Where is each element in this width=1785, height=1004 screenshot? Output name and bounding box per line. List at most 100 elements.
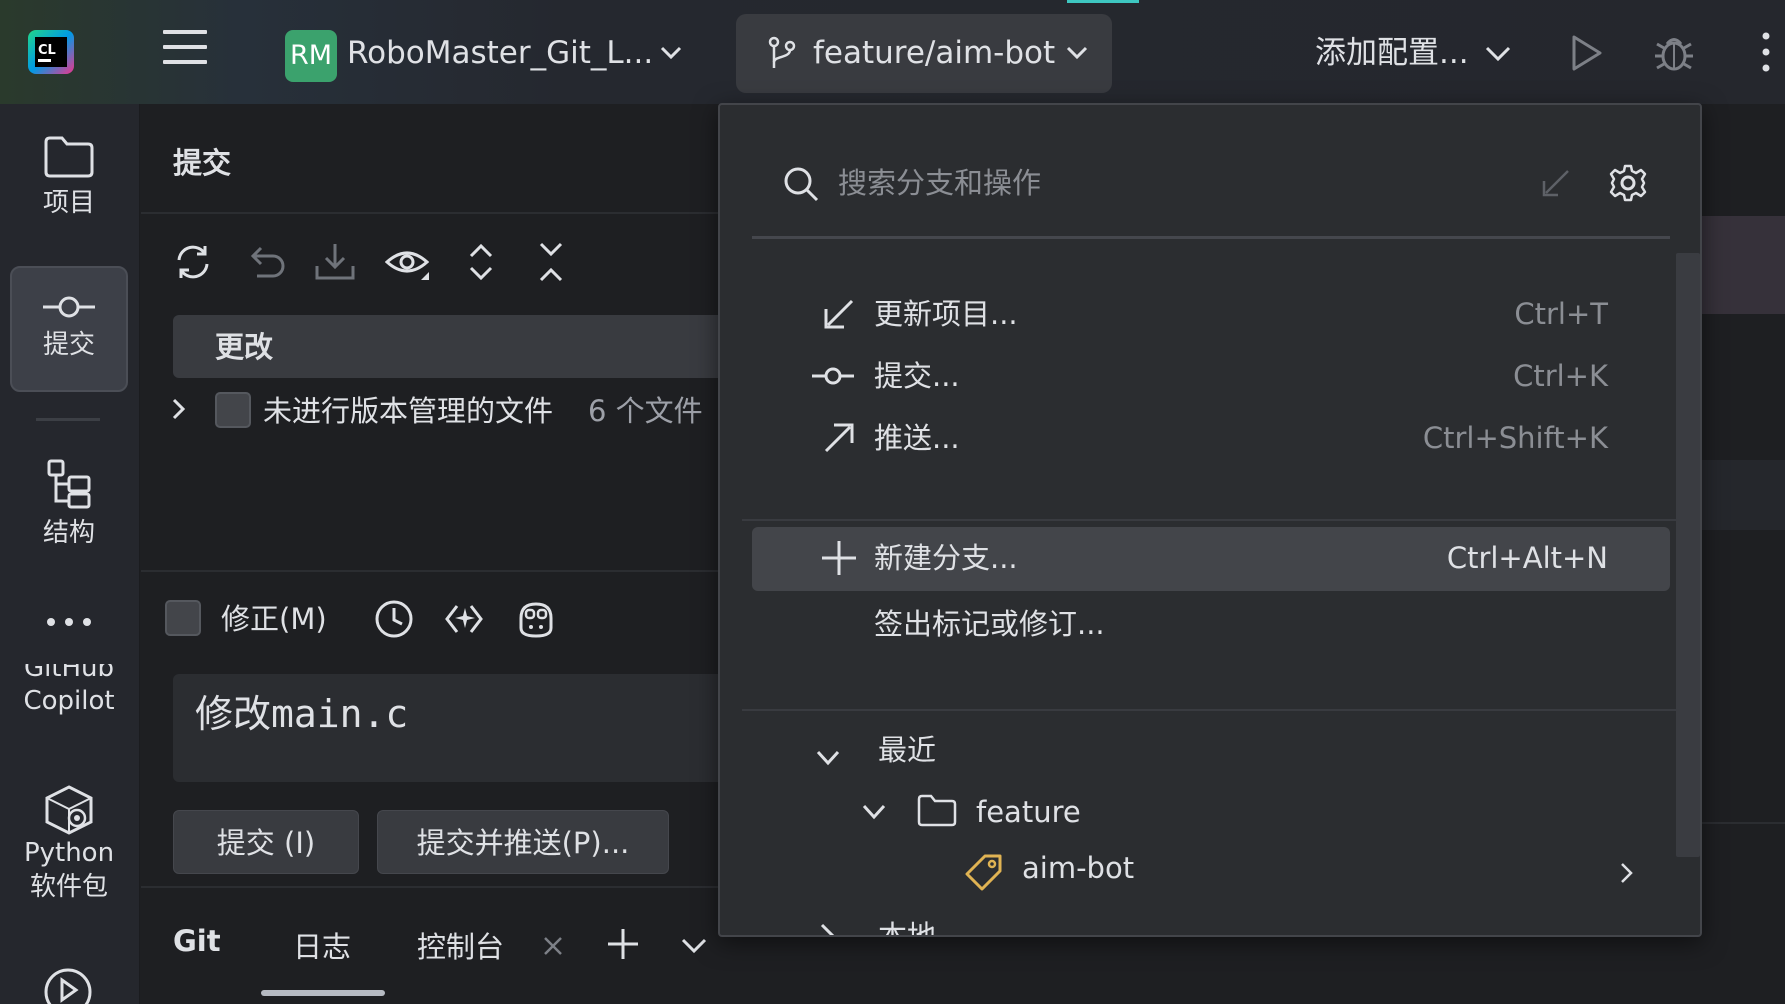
popup-scrollbar[interactable] <box>1676 253 1700 857</box>
run-icon[interactable] <box>1566 33 1606 73</box>
active-tab-indicator <box>261 990 385 996</box>
search-icon <box>784 167 819 202</box>
tool-project[interactable]: 项目 <box>10 134 128 220</box>
strip-divider <box>36 418 100 421</box>
commit-panel: 提交 更改 未进行版本管理的文件 6 个文件 修正(M) 修改main.c 提交… <box>141 104 719 1004</box>
project-badge[interactable]: RM <box>285 30 337 82</box>
action-shortcut: Ctrl+Alt+N <box>1446 541 1608 575</box>
update-download-icon[interactable] <box>313 240 357 284</box>
action-label: 更新项目... <box>874 297 1018 331</box>
chevron-right-icon <box>820 923 835 935</box>
update-icon <box>824 299 854 329</box>
branch-folder-label[interactable]: feature <box>976 791 1081 833</box>
more-horizontal-icon <box>47 618 91 626</box>
chevron-down-icon[interactable] <box>814 747 842 769</box>
close-icon[interactable] <box>541 934 565 958</box>
local-group-row[interactable]: 本地 <box>720 905 1700 935</box>
action-new-branch[interactable]: 新建分支... Ctrl+Alt+N <box>752 527 1670 591</box>
add-tab-icon[interactable] <box>605 926 641 962</box>
copilot-icon[interactable] <box>515 598 557 640</box>
popup-divider <box>742 709 1676 711</box>
tool-python-packages[interactable]: Python 软件包 <box>10 784 128 904</box>
chevron-down-icon[interactable] <box>860 801 888 823</box>
run-config-selector[interactable]: 添加配置... <box>1315 32 1469 74</box>
branch-item[interactable]: aim-bot <box>1022 847 1134 889</box>
action-label: 签出标记或修订... <box>874 607 1105 641</box>
view-options-eye-icon[interactable] <box>385 240 429 284</box>
expand-all-icon[interactable] <box>459 240 503 284</box>
config-chevron-down-icon[interactable] <box>1482 40 1514 66</box>
tag-icon <box>965 854 1002 891</box>
folder-icon <box>917 794 957 827</box>
top-accent-indicator <box>1067 0 1139 3</box>
plus-icon <box>822 541 856 575</box>
chevron-down-icon[interactable] <box>679 934 709 958</box>
tab-log[interactable]: 日志 <box>293 924 351 966</box>
action-shortcut: Ctrl+Shift+K <box>1422 421 1608 455</box>
tool-label: GitHub <box>23 664 115 683</box>
editor-highlight <box>1700 460 1785 530</box>
action-commit[interactable]: 提交... Ctrl+K <box>752 345 1670 407</box>
local-group-label: 本地 <box>878 915 936 935</box>
amend-label[interactable]: 修正(M) <box>221 598 327 640</box>
git-branches-popup: 更新项目... Ctrl+T 提交... Ctrl+K 推送... Ctrl+S… <box>718 103 1702 937</box>
clion-logo-icon[interactable]: CL <box>28 30 74 74</box>
run-tool-icon[interactable] <box>42 966 94 1004</box>
panel-divider <box>141 886 719 888</box>
action-checkout-tag-or-revision[interactable]: 签出标记或修订... <box>752 593 1670 655</box>
project-chevron-down-icon[interactable] <box>657 40 685 64</box>
main-menu-icon[interactable] <box>163 30 207 70</box>
tool-label: Copilot <box>23 686 115 716</box>
structure-icon <box>47 459 91 509</box>
action-shortcut: Ctrl+T <box>1514 297 1608 331</box>
ai-generate-message-icon[interactable] <box>443 598 485 640</box>
panel-title: 提交 <box>173 146 232 180</box>
tool-label: Python <box>23 838 115 868</box>
recent-group-label[interactable]: 最近 <box>878 729 936 771</box>
tab-console[interactable]: 控制台 <box>417 924 504 966</box>
collapse-arrow-icon[interactable] <box>1540 167 1572 199</box>
python-packages-icon <box>45 785 93 835</box>
action-label: 提交... <box>874 359 960 393</box>
refresh-icon[interactable] <box>171 240 215 284</box>
debug-icon[interactable] <box>1652 32 1696 74</box>
tool-label: 项目 <box>42 188 95 218</box>
project-name[interactable]: RoboMaster_Git_L... <box>347 32 653 74</box>
tool-more[interactable] <box>10 614 128 630</box>
collapse-all-icon[interactable] <box>529 240 573 284</box>
git-branch-icon <box>768 36 796 68</box>
more-vertical-icon[interactable] <box>1760 30 1772 74</box>
branch-chevron-down-icon[interactable] <box>1063 40 1091 64</box>
tool-label: 软件包 <box>29 872 108 902</box>
history-clock-icon[interactable] <box>373 598 415 640</box>
commit-icon <box>812 367 854 385</box>
amend-checkbox[interactable] <box>165 600 201 636</box>
tool-structure[interactable]: 结构 <box>10 458 128 550</box>
action-push[interactable]: 推送... Ctrl+Shift+K <box>752 407 1670 469</box>
panel-divider <box>141 212 719 214</box>
chevron-right-icon[interactable] <box>1618 859 1636 887</box>
commit-and-push-button[interactable]: 提交并推送(P)... <box>377 810 669 874</box>
rollback-icon[interactable] <box>243 240 287 284</box>
popup-divider <box>742 519 1676 521</box>
action-update-project[interactable]: 更新项目... Ctrl+T <box>752 283 1670 345</box>
action-shortcut: Ctrl+K <box>1513 359 1608 393</box>
current-branch-name[interactable]: feature/aim-bot <box>813 32 1055 74</box>
gear-icon[interactable] <box>1608 163 1648 203</box>
folder-icon <box>44 136 94 178</box>
editor-highlight <box>1700 216 1785 314</box>
action-label: 推送... <box>874 421 960 455</box>
editor-divider <box>1700 822 1785 824</box>
svg-text:CL: CL <box>38 43 56 58</box>
chevron-right-icon[interactable] <box>167 394 191 424</box>
tool-github-copilot[interactable]: GitHub Copilot <box>10 664 128 736</box>
tool-commit[interactable]: 提交 <box>10 266 128 392</box>
unversioned-files-label[interactable]: 未进行版本管理的文件 <box>263 390 553 432</box>
tool-label: 提交 <box>42 330 95 360</box>
branch-search-input[interactable] <box>838 151 1398 215</box>
unversioned-files-checkbox[interactable] <box>215 392 251 428</box>
commit-message-text[interactable]: 修改main.c <box>195 688 408 740</box>
commit-button[interactable]: 提交 (I) <box>173 810 359 874</box>
changes-label: 更改 <box>215 330 274 364</box>
tab-git[interactable]: Git <box>173 924 221 958</box>
